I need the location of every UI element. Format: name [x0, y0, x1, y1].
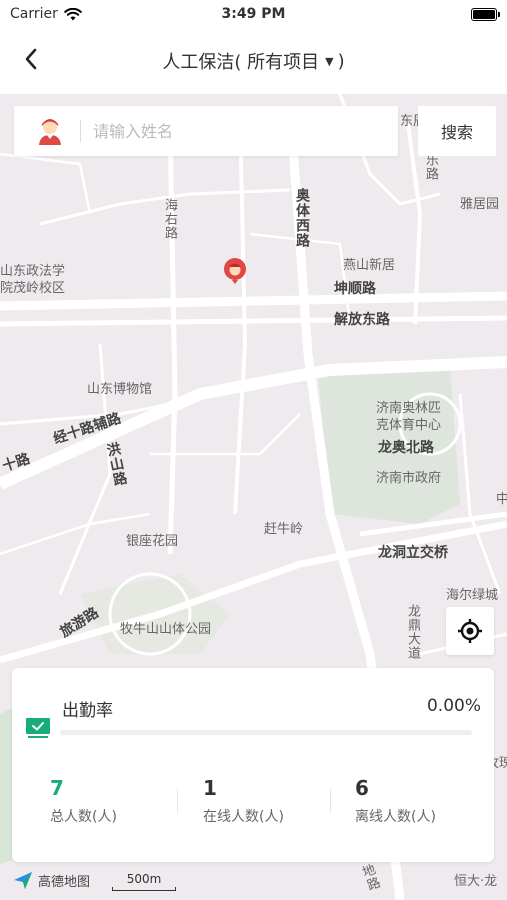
map-label: 雅居园 — [460, 197, 500, 212]
total-count-label: 总人数(人) — [50, 809, 117, 825]
map-label: 龙鼎大道 — [405, 604, 420, 660]
stat-divider — [330, 789, 331, 813]
worker-pin-icon[interactable] — [222, 257, 248, 285]
status-bar: Carrier 3:49 PM — [0, 0, 507, 28]
online-count-label: 在线人数(人) — [203, 809, 284, 825]
amap-logo-icon — [14, 872, 32, 889]
map-label: 解放东路 — [334, 312, 390, 328]
map-label: 乐路 — [423, 153, 438, 181]
map-label: 恒大·龙 — [454, 874, 498, 889]
total-count: 7 — [50, 776, 64, 800]
map-label: 银座花园 — [126, 534, 179, 549]
attendance-progress-bar — [60, 730, 472, 735]
map-label: 坤顺路 — [334, 281, 376, 297]
map-label: 中 — [496, 492, 507, 507]
map-label: 院茂岭校区 — [0, 281, 66, 296]
map-label: 赶牛岭 — [264, 522, 304, 537]
map-label: 海右路 — [162, 198, 177, 240]
avatar-icon — [39, 119, 61, 145]
caret-down-icon: ▼ — [325, 54, 334, 68]
map-scale-bar — [112, 887, 176, 891]
attendance-stats-card: 出勤率 0.00% 7 总人数(人) 1 在线人数(人) 6 离线人数(人) — [12, 668, 494, 862]
map-label: 奥体西路 — [294, 188, 310, 248]
page-title: 人工保洁( 所有项目 — [162, 52, 320, 73]
stat-divider — [177, 789, 178, 813]
nav-bar: 人工保洁( 所有项目 ▼ ) — [0, 28, 507, 94]
back-button[interactable] — [14, 42, 48, 76]
wifi-icon — [64, 7, 82, 20]
project-selector[interactable]: 人工保洁( 所有项目 ▼ ) — [162, 48, 344, 74]
map-label: 燕山新居 — [343, 258, 396, 273]
page-title-close: ) — [337, 50, 345, 72]
attendance-icon — [26, 718, 50, 738]
carrier-label: Carrier — [10, 6, 58, 22]
locate-icon — [458, 619, 482, 643]
map-label: 山东博物馆 — [87, 382, 153, 397]
battery-icon — [471, 7, 500, 21]
stat-total: 7 总人数(人) — [50, 776, 190, 826]
search-button[interactable]: 搜索 — [418, 106, 496, 156]
attendance-rate-label: 出勤率 — [62, 701, 113, 721]
name-search-input[interactable] — [93, 121, 333, 141]
amap-logo-text: 高德地图 — [38, 874, 91, 890]
search-bar — [14, 106, 398, 156]
map-label: 济南市政府 — [376, 471, 442, 486]
stat-offline: 6 离线人数(人) — [355, 776, 495, 826]
attendance-rate-value: 0.00% — [426, 696, 481, 716]
map-label: 龙奥北路 — [378, 440, 434, 456]
amap-logo: 高德地图 — [12, 870, 90, 890]
map-label: 牧牛山山体公园 — [120, 622, 212, 637]
offline-count-label: 离线人数(人) — [355, 809, 436, 825]
map-scale-label: 500m — [126, 872, 162, 886]
locate-button[interactable] — [446, 607, 494, 655]
search-divider — [80, 120, 81, 142]
stat-online: 1 在线人数(人) — [203, 776, 343, 826]
online-count: 1 — [203, 776, 217, 800]
map-label: 海尔绿城 — [446, 588, 499, 603]
back-icon — [25, 48, 37, 70]
map-label: 龙洞立交桥 — [378, 545, 448, 561]
map-label: 克体育中心 — [376, 418, 442, 433]
offline-count: 6 — [355, 776, 369, 800]
